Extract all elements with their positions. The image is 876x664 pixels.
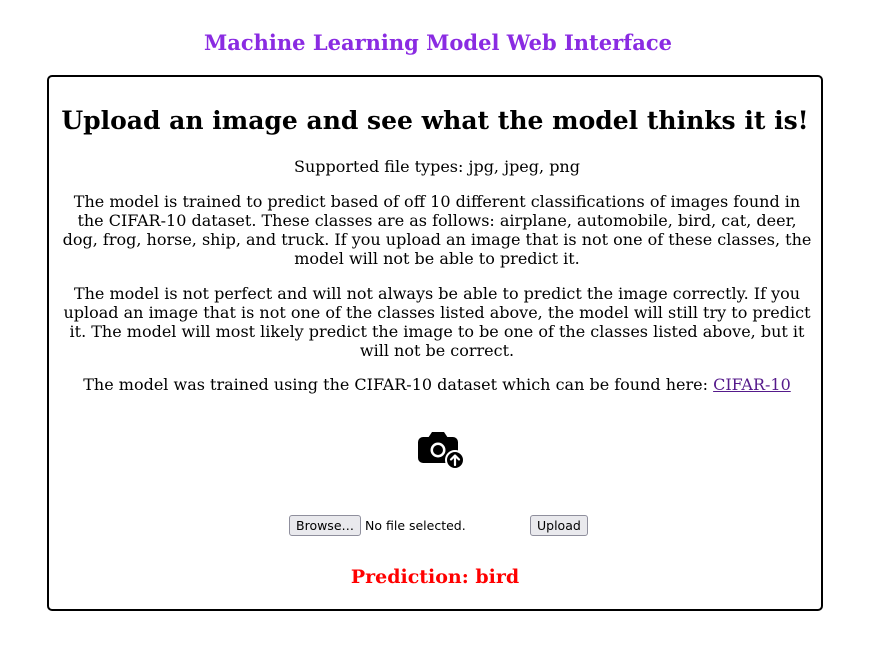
upload-button[interactable]: Upload <box>530 515 588 536</box>
classes-description: The model is trained to predict based of… <box>62 192 812 268</box>
browse-button[interactable]: Browse… <box>289 515 362 536</box>
camera-upload-icon <box>416 429 468 471</box>
card-heading: Upload an image and see what the model t… <box>61 106 809 135</box>
supported-file-types: Supported file types: jpg, jpeg, png <box>294 157 580 176</box>
upload-card: Upload an image and see what the model t… <box>47 75 823 611</box>
file-status: No file selected. <box>365 518 466 533</box>
page-title: Machine Learning Model Web Interface <box>204 30 672 55</box>
accuracy-disclaimer: The model is not perfect and will not al… <box>63 284 811 360</box>
dataset-source: The model was trained using the CIFAR-10… <box>61 375 813 394</box>
cifar10-link[interactable]: CIFAR-10 <box>713 375 791 394</box>
dataset-source-text: The model was trained using the CIFAR-10… <box>83 375 714 394</box>
prediction-result: Prediction: bird <box>350 566 520 588</box>
